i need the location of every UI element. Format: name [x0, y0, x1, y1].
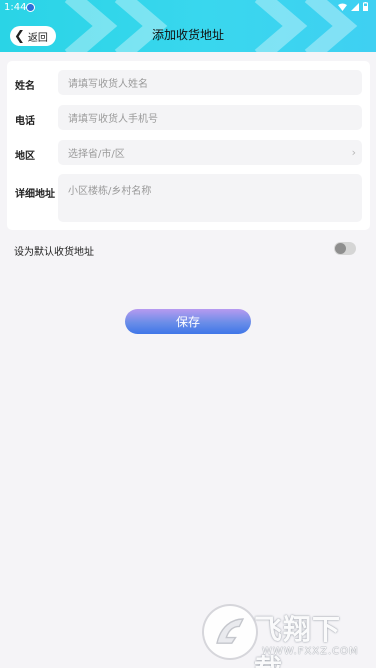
default-address-label: 设为默认收货地址: [14, 247, 94, 258]
address-textarea[interactable]: 小区楼栋/乡村名称: [58, 174, 362, 222]
phone-label: 电话: [15, 116, 35, 127]
watermark-url: WWW.FXXZ.COM: [262, 646, 359, 657]
chevron-right-icon: ›: [351, 146, 356, 159]
name-row: 姓名 请填写收货人姓名: [7, 70, 370, 95]
address-form: 姓名 请填写收货人姓名 电话 请填写收货人手机号 地区 选择省/市/区 › 详细…: [7, 61, 370, 230]
toggle-knob: [335, 243, 346, 254]
watermark-brand: 飞翔下载: [254, 613, 342, 668]
watermark-logo-icon: [202, 604, 258, 660]
status-icons: [338, 2, 368, 11]
phone-row: 电话 请填写收货人手机号: [7, 105, 370, 130]
wifi-icon: [338, 3, 347, 11]
battery-icon: [363, 2, 368, 11]
save-button[interactable]: 保存: [125, 309, 251, 334]
default-address-toggle[interactable]: [334, 242, 356, 255]
page-title: 添加收货地址: [151, 28, 224, 42]
status-time: 1:44: [4, 2, 27, 13]
name-label: 姓名: [15, 81, 35, 92]
address-row: 详细地址 小区楼栋/乡村名称: [7, 174, 370, 222]
name-input[interactable]: 请填写收货人姓名: [58, 70, 362, 95]
region-label: 地区: [15, 151, 35, 162]
address-label: 详细地址: [15, 189, 55, 200]
notification-icon: [26, 3, 35, 12]
phone-input[interactable]: 请填写收货人手机号: [58, 105, 362, 130]
status-bar: 1:44: [0, 0, 376, 16]
region-selector[interactable]: 选择省/市/区 ›: [58, 140, 362, 165]
watermark: 飞翔下载 WWW.FXXZ.COM: [202, 604, 362, 668]
region-placeholder: 选择省/市/区: [68, 149, 125, 160]
signal-icon: [351, 2, 359, 11]
region-row: 地区 选择省/市/区 ›: [7, 140, 370, 165]
